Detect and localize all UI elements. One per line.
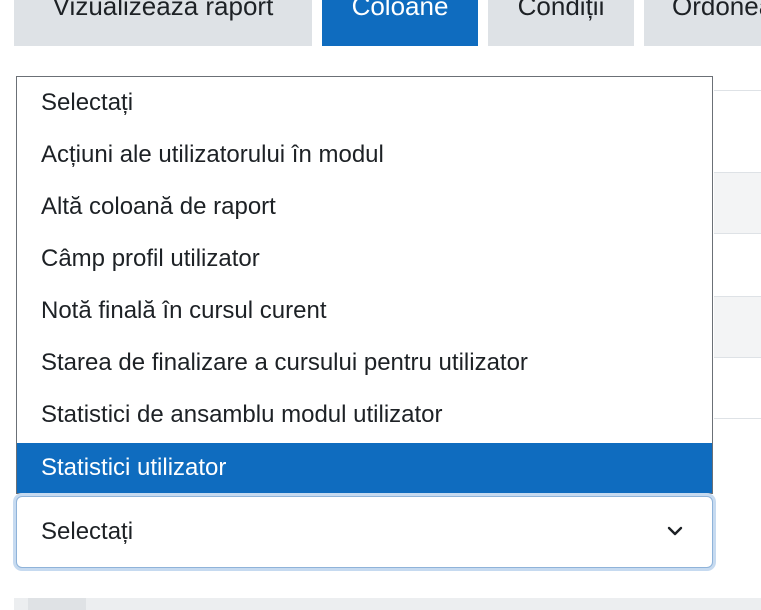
dropdown-option[interactable]: Altă coloană de raport bbox=[17, 185, 712, 229]
dropdown-option[interactable]: Acțiuni ale utilizatorului în modul bbox=[17, 133, 712, 177]
dropdown-option[interactable]: Câmp profil utilizator bbox=[17, 237, 712, 281]
dropdown-option-highlighted[interactable]: Statistici utilizator bbox=[17, 443, 712, 493]
table-divider bbox=[714, 418, 761, 419]
tab-label: Ordonează bbox=[672, 0, 761, 21]
column-type-dropdown-list[interactable]: Selectați Acțiuni ale utilizatorului în … bbox=[16, 76, 713, 494]
tab-label: Vizualizează raport bbox=[52, 0, 274, 21]
select-value: Selectați bbox=[41, 518, 134, 545]
chevron-down-icon bbox=[667, 526, 683, 536]
tab-view-report[interactable]: Vizualizează raport bbox=[14, 0, 312, 46]
footer-segment bbox=[28, 598, 86, 610]
table-divider bbox=[714, 90, 761, 91]
table-row bbox=[714, 172, 761, 234]
report-tabs: Vizualizează raport Coloane Condiții Ord… bbox=[0, 0, 761, 46]
dropdown-option[interactable]: Notă finală în cursul curent bbox=[17, 289, 712, 333]
tab-ordering[interactable]: Ordonează bbox=[644, 0, 761, 46]
tab-columns[interactable]: Coloane bbox=[322, 0, 478, 46]
tab-label: Condiții bbox=[517, 0, 605, 21]
footer-bar bbox=[14, 598, 761, 610]
dropdown-option[interactable]: Selectați bbox=[17, 81, 712, 125]
column-type-select[interactable]: Selectați bbox=[16, 496, 713, 568]
table-row bbox=[714, 296, 761, 358]
dropdown-option[interactable]: Starea de finalizare a cursului pentru u… bbox=[17, 341, 712, 385]
tab-label: Coloane bbox=[351, 0, 449, 21]
dropdown-option[interactable]: Statistici de ansamblu modul utilizator bbox=[17, 393, 712, 437]
tab-conditions[interactable]: Condiții bbox=[488, 0, 634, 46]
